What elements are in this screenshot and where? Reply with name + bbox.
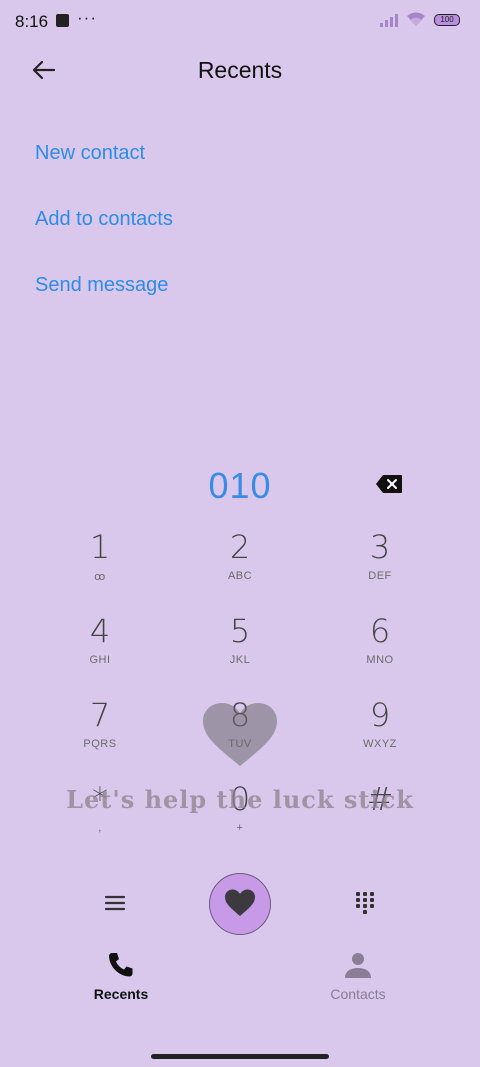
voicemail-icon: ꝏ	[94, 571, 106, 583]
key-digit: 3	[369, 528, 391, 566]
key-letters: PQRS	[83, 738, 117, 750]
key-letters: JKL	[229, 654, 251, 666]
battery-icon: 100	[434, 13, 460, 26]
status-bar: 8:16 ··· 100	[0, 0, 480, 42]
key-7[interactable]: 7 PQRS	[30, 696, 170, 776]
home-indicator[interactable]	[151, 1054, 329, 1059]
key-5[interactable]: 5 JKL	[170, 612, 310, 692]
key-digit: *	[92, 780, 108, 818]
key-letters: TUV	[228, 738, 252, 750]
heart-icon	[225, 889, 255, 916]
key-digit: #	[366, 780, 394, 818]
call-button[interactable]	[209, 873, 271, 935]
dialpad-icon	[356, 892, 374, 914]
key-0[interactable]: 0 +	[170, 780, 310, 860]
key-digit: 9	[369, 696, 391, 734]
bottom-navigation: Recents Contacts	[0, 950, 480, 1020]
signal-icon	[380, 13, 398, 27]
tab-contacts[interactable]: Contacts	[288, 950, 428, 1002]
new-contact-link[interactable]: New contact	[35, 136, 173, 202]
contact-actions: New contact Add to contacts Send message	[35, 136, 173, 334]
notification-icon	[56, 14, 69, 27]
key-8[interactable]: 8 TUV	[170, 696, 310, 776]
status-time: 8:16	[15, 12, 49, 31]
key-letters: MNO	[366, 654, 394, 666]
tab-contacts-label: Contacts	[330, 986, 386, 1002]
key-9[interactable]: 9 WXYZ	[310, 696, 450, 776]
tab-recents[interactable]: Recents	[51, 950, 191, 1002]
key-digit: 6	[369, 612, 391, 650]
key-letters: GHI	[89, 654, 111, 666]
dialed-number: 010	[208, 465, 272, 506]
key-digit: 2	[229, 528, 251, 566]
key-hash[interactable]: #	[310, 780, 450, 860]
tab-recents-label: Recents	[93, 986, 149, 1002]
key-letters: +	[236, 822, 244, 834]
phone-icon	[109, 953, 133, 977]
add-to-contacts-link[interactable]: Add to contacts	[35, 202, 173, 268]
key-digit: 8	[229, 696, 251, 734]
dial-display: 010	[0, 462, 480, 512]
key-3[interactable]: 3 DEF	[310, 528, 450, 608]
key-star[interactable]: * ,	[30, 780, 170, 860]
key-digit: 1	[89, 528, 111, 566]
key-digit: 0	[229, 780, 251, 818]
dialer-toolbar	[0, 870, 480, 940]
key-digit: 4	[89, 612, 111, 650]
backspace-icon	[376, 475, 402, 493]
key-4[interactable]: 4 GHI	[30, 612, 170, 692]
key-2[interactable]: 2 ABC	[170, 528, 310, 608]
page-title: Recents	[197, 57, 283, 83]
key-letters: DEF	[368, 570, 392, 582]
wifi-icon	[407, 12, 425, 26]
dialpad-toggle-button[interactable]	[354, 890, 376, 916]
send-message-link[interactable]: Send message	[35, 268, 173, 334]
more-notifications-icon: ···	[77, 8, 97, 27]
person-icon	[345, 953, 371, 978]
key-digit: 7	[89, 696, 111, 734]
menu-button[interactable]	[102, 890, 128, 916]
key-1[interactable]: 1 ꝏ	[30, 528, 170, 608]
key-digit: 5	[229, 612, 251, 650]
key-letters: WXYZ	[363, 738, 397, 750]
key-6[interactable]: 6 MNO	[310, 612, 450, 692]
key-letters: ABC	[227, 570, 253, 582]
status-icons: 100	[380, 12, 460, 27]
menu-icon	[104, 895, 126, 911]
header: Recents	[0, 50, 480, 90]
key-letters: ,	[98, 822, 102, 834]
backspace-button[interactable]	[375, 474, 403, 494]
